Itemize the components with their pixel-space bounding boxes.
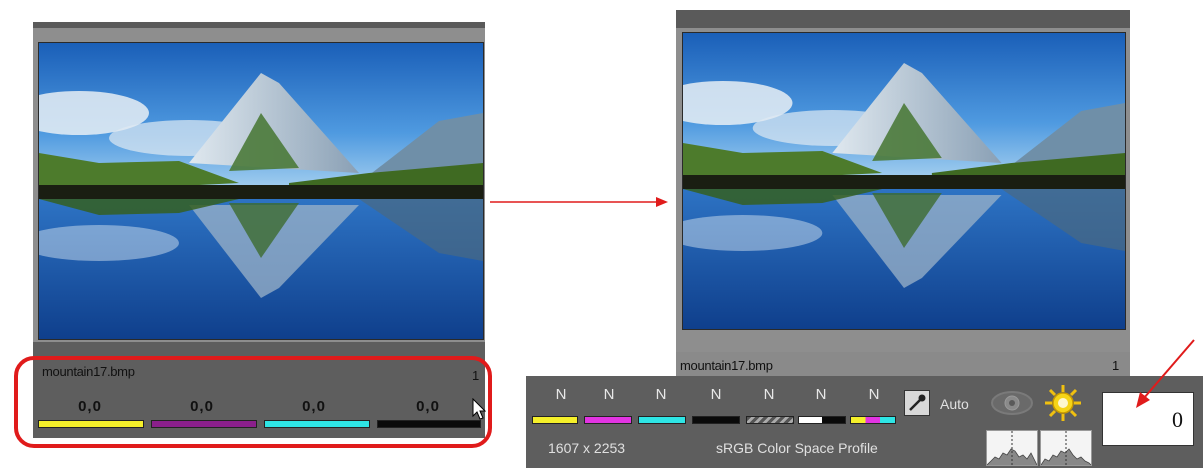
channel-label-4[interactable]: N xyxy=(706,386,726,403)
toolbar-swatch-yellow[interactable] xyxy=(532,416,578,424)
mountain-lake-image xyxy=(683,33,1125,329)
color-profile: sRGB Color Space Profile xyxy=(716,440,878,456)
toolbar-swatch-hatched[interactable] xyxy=(746,416,794,424)
arrow-right-icon xyxy=(490,197,668,207)
eyedropper-button[interactable] xyxy=(904,390,930,416)
right-index: 1 xyxy=(1112,358,1120,373)
toolbar-swatch-cyan[interactable] xyxy=(638,416,686,424)
eye-icon[interactable] xyxy=(990,390,1034,416)
channel-label-3[interactable]: N xyxy=(651,386,671,403)
toolbar-swatch-white-black[interactable] xyxy=(798,416,846,424)
auto-label[interactable]: Auto xyxy=(940,396,969,412)
image-dimensions: 1607 x 2253 xyxy=(548,440,626,456)
eyedropper-icon xyxy=(909,394,926,411)
channel-label-2[interactable]: N xyxy=(599,386,619,403)
toolbar-swatch-multi[interactable] xyxy=(850,416,896,424)
toolbar-swatch-magenta[interactable] xyxy=(584,416,632,424)
right-filename: mountain17.bmp xyxy=(680,358,773,373)
left-image-thumbnail[interactable] xyxy=(38,42,484,340)
mountain-lake-image xyxy=(39,43,483,339)
channel-label-1[interactable]: N xyxy=(551,386,571,403)
histogram-1 xyxy=(986,430,1038,466)
highlight-oval xyxy=(14,356,492,448)
arrow-pointer-icon xyxy=(1136,339,1195,408)
channel-label-5[interactable]: N xyxy=(759,386,779,403)
toolbar-swatch-black[interactable] xyxy=(692,416,740,424)
right-image-thumbnail[interactable] xyxy=(682,32,1126,330)
channel-label-6[interactable]: N xyxy=(811,386,831,403)
sun-icon[interactable] xyxy=(1044,384,1082,422)
histogram-2 xyxy=(1040,430,1092,466)
channel-label-7[interactable]: N xyxy=(864,386,884,403)
